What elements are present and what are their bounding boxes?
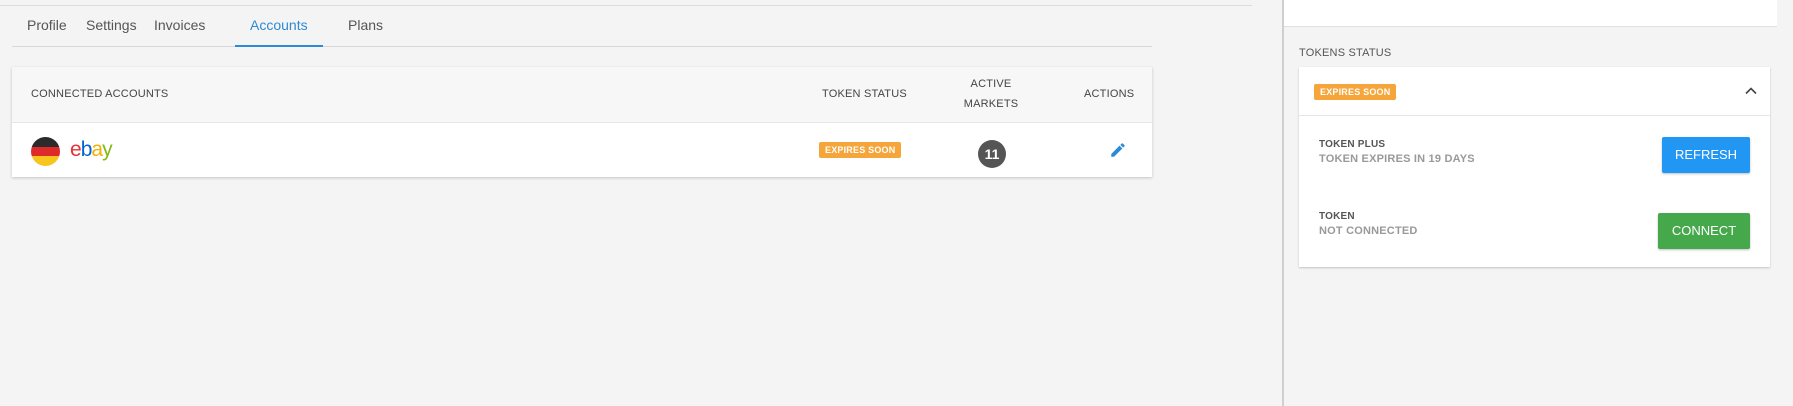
chevron-up-icon[interactable] bbox=[1744, 84, 1758, 98]
token-plus-label: TOKEN PLUS bbox=[1319, 139, 1386, 150]
token-status: NOT CONNECTED bbox=[1319, 225, 1418, 237]
token-status-badge: EXPIRES SOON bbox=[819, 142, 902, 158]
active-markets-count: 11 bbox=[978, 140, 1006, 168]
header-active-markets: ACTIVE MARKETS bbox=[959, 74, 1023, 114]
tab-accounts[interactable]: Accounts bbox=[235, 6, 323, 47]
edit-icon[interactable] bbox=[1109, 141, 1127, 159]
main-content: Profile Settings Invoices Accounts Plans… bbox=[0, 0, 1282, 406]
connect-button[interactable]: CONNECT bbox=[1658, 213, 1750, 249]
refresh-button[interactable]: REFRESH bbox=[1662, 137, 1750, 173]
table-header: CONNECTED ACCOUNTS TOKEN STATUS ACTIVE M… bbox=[12, 67, 1152, 123]
tokens-status-badge: EXPIRES SOON bbox=[1314, 84, 1397, 100]
header-actions: ACTIONS bbox=[1084, 88, 1135, 100]
tab-plans[interactable]: Plans bbox=[333, 6, 398, 46]
token-plus-status: TOKEN EXPIRES IN 19 DAYS bbox=[1319, 153, 1475, 165]
header-active-markets-line1: ACTIVE bbox=[970, 78, 1012, 90]
header-active-markets-line2: MARKETS bbox=[963, 98, 1019, 110]
tokens-status-title: TOKENS STATUS bbox=[1299, 47, 1392, 59]
panel-header-area bbox=[1284, 0, 1777, 27]
header-token-status: TOKEN STATUS bbox=[822, 88, 907, 100]
accounts-table: CONNECTED ACCOUNTS TOKEN STATUS ACTIVE M… bbox=[12, 67, 1152, 177]
germany-flag-icon bbox=[31, 137, 60, 166]
tokens-side-panel: TOKENS STATUS EXPIRES SOON TOKEN PLUS TO… bbox=[1282, 0, 1793, 406]
tab-invoices[interactable]: Invoices bbox=[139, 6, 220, 46]
ebay-logo: ebay bbox=[70, 138, 113, 161]
tokens-status-card: EXPIRES SOON TOKEN PLUS TOKEN EXPIRES IN… bbox=[1299, 67, 1770, 267]
header-connected-accounts: CONNECTED ACCOUNTS bbox=[31, 88, 169, 100]
tokens-status-header[interactable]: EXPIRES SOON bbox=[1299, 67, 1770, 116]
table-row: ebay EXPIRES SOON 11 bbox=[12, 123, 1152, 177]
token-label: TOKEN bbox=[1319, 211, 1355, 222]
tab-bar: Profile Settings Invoices Accounts Plans bbox=[12, 6, 1152, 47]
